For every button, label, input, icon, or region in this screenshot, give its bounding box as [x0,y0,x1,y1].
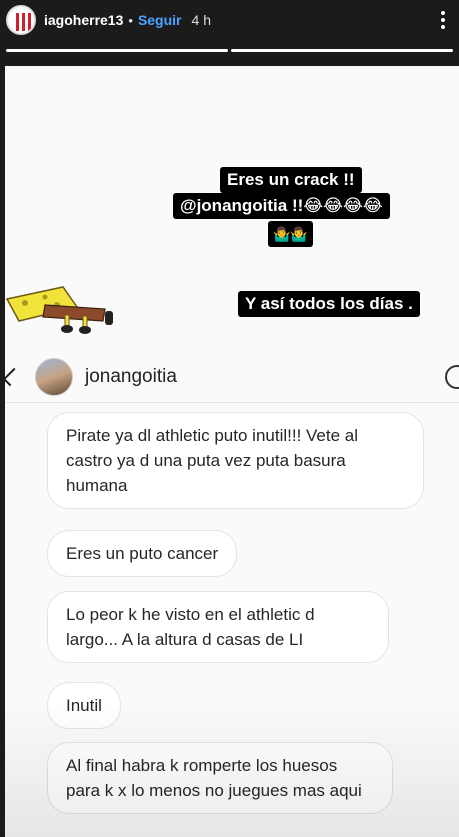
follow-button[interactable]: Seguir [138,12,182,28]
mention-sticker[interactable]: @jonangoitia !!😂😂😂😂 [173,193,390,219]
progress-segment [231,49,453,52]
avatar-stripe [22,13,25,31]
story-progress [6,49,453,52]
dm-header: jonangoitia [5,351,459,403]
spongebob-sticker [5,286,113,334]
story-view: iagoherre13 • Seguir 4 h Eres un crack !… [0,0,459,837]
message-bubble: Pirate ya dl athletic puto inutil!!! Vet… [47,412,424,509]
progress-segment [6,49,228,52]
avatar-stripe [28,13,31,31]
message-bubble: Inutil [47,682,121,729]
text-sticker: Eres un crack !! [220,167,362,193]
timestamp: 4 h [191,12,211,28]
info-icon[interactable] [445,364,459,389]
separator: • [128,12,133,28]
dm-username[interactable]: jonangoitia [85,366,177,388]
story-media: Eres un crack !! @jonangoitia !!😂😂😂😂 🤷‍♂… [5,66,459,837]
message-bubble: Al final habra k romperte los huesos par… [47,742,393,814]
username[interactable]: iagoherre13 [44,12,123,28]
avatar-stripe [16,13,19,31]
message-bubble: Lo peor k he visto en el athletic d larg… [47,591,389,663]
message-bubble: Eres un puto cancer [47,530,238,577]
avatar[interactable] [6,5,36,35]
back-icon[interactable] [5,367,22,386]
dm-avatar[interactable] [35,357,73,396]
more-options-icon[interactable] [435,7,451,33]
emoji-sticker: 🤷‍♂️🤷‍♂️ [268,221,313,247]
text-sticker: Y así todos los días . [238,291,420,317]
story-header: iagoherre13 • Seguir 4 h [6,4,451,36]
